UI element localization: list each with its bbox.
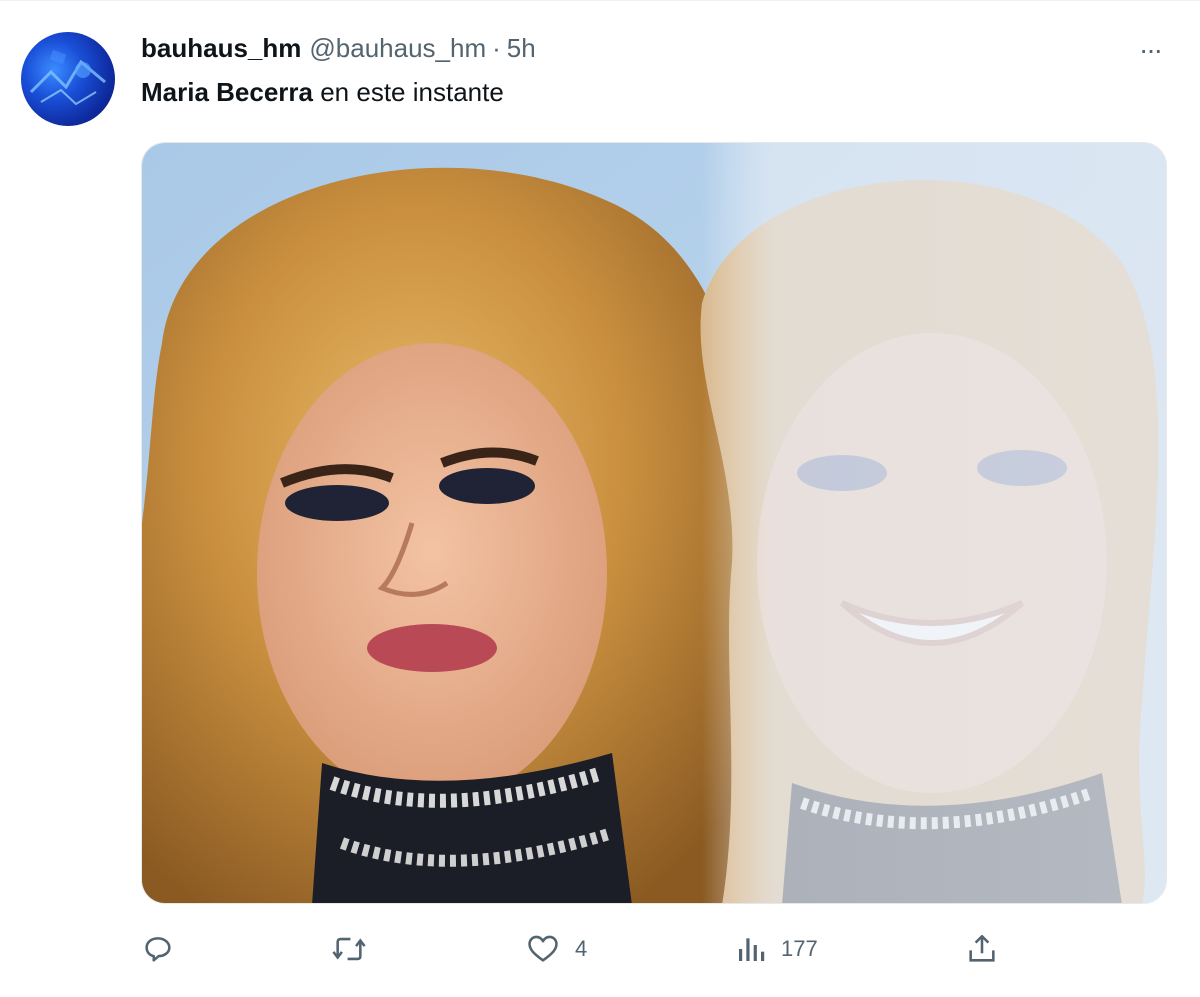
tweet-text-rest: en este instante xyxy=(313,77,504,107)
reply-icon xyxy=(145,937,171,962)
more-options-button[interactable]: ··· xyxy=(1130,34,1170,65)
share-button[interactable] xyxy=(965,921,999,977)
like-button[interactable]: 4 xyxy=(525,921,587,977)
share-icon xyxy=(969,934,995,962)
tweet-header: bauhaus_hm @bauhaus_hm · 5h xyxy=(141,31,536,65)
views-button[interactable]: 177 xyxy=(735,921,818,977)
tweet-text: Maria Becerra en este instante xyxy=(141,77,504,108)
views-icon xyxy=(739,938,765,961)
more-options-icon: ··· xyxy=(1139,34,1163,65)
retweet-button[interactable] xyxy=(330,921,368,977)
timestamp[interactable]: 5h xyxy=(507,33,536,64)
user-handle[interactable]: @bauhaus_hm xyxy=(309,33,486,64)
views-count: 177 xyxy=(781,936,818,961)
action-bar: 4 177 xyxy=(0,921,1200,977)
avatar[interactable] xyxy=(21,32,115,126)
heart-icon xyxy=(528,935,558,962)
tweet[interactable]: bauhaus_hm @bauhaus_hm · 5h ··· Maria Be… xyxy=(0,0,1200,997)
like-count: 4 xyxy=(575,936,588,961)
display-name[interactable]: bauhaus_hm xyxy=(141,33,301,64)
tweet-image[interactable] xyxy=(141,142,1167,904)
reply-button[interactable] xyxy=(141,921,175,977)
separator-dot: · xyxy=(492,32,501,63)
tweet-text-bold: Maria Becerra xyxy=(141,77,313,107)
retweet-icon xyxy=(332,937,366,961)
